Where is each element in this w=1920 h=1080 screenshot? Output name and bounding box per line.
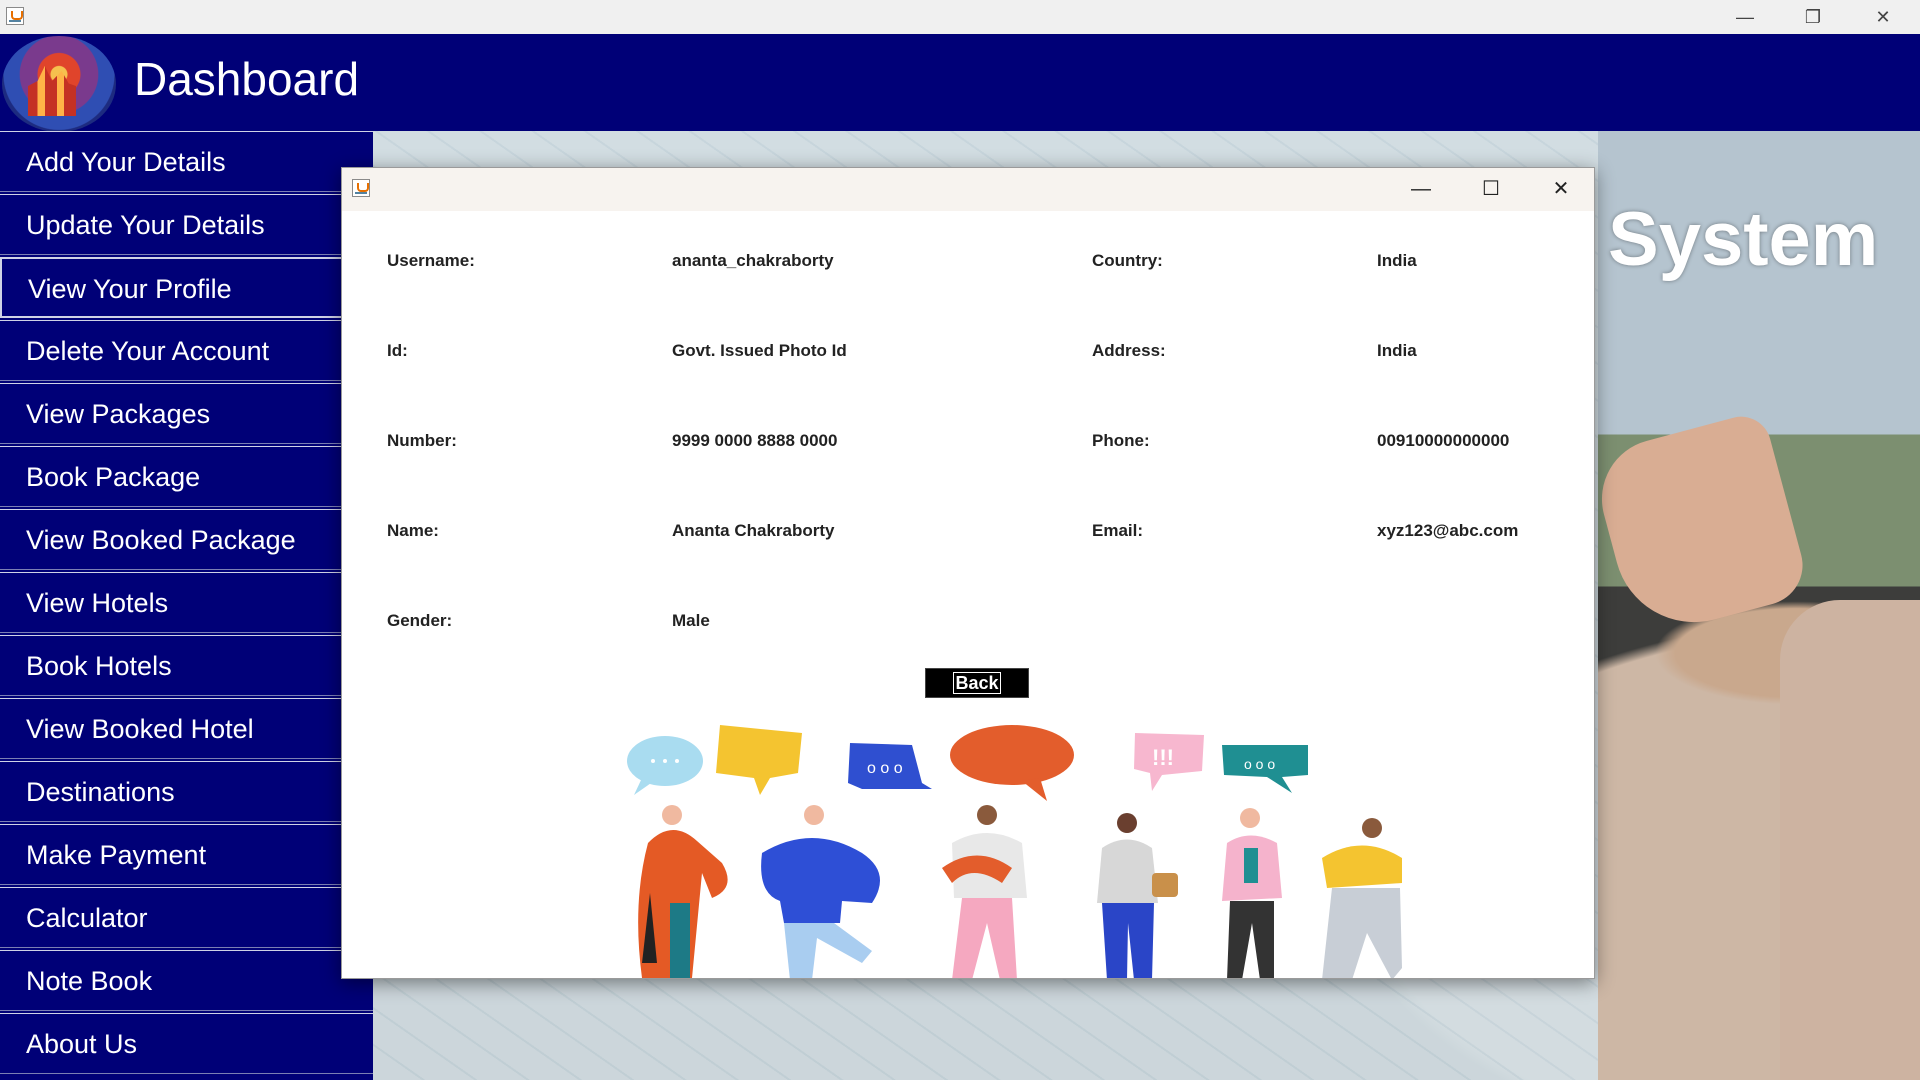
phone-value: 00910000000000 [1377,431,1510,450]
country-label: Country: [1092,251,1163,270]
back-button-label: Back [953,672,1001,694]
country-value: India [1377,251,1417,270]
svg-text:o o o: o o o [867,760,903,777]
sidebar-item-view-packages[interactable]: View Packages [0,383,373,444]
people-chatting-illustration: o o o !!! o o o [627,725,1402,978]
person-figure [1097,813,1178,978]
speech-bubble-icon: o o o [1222,745,1308,793]
speech-bubble-icon: !!! [1134,733,1204,791]
sidebar-item-about-us[interactable]: About Us [0,1013,373,1074]
view-profile-dialog: — ☐ ✕ Username: ananta_chakraborty Id: G… [341,167,1595,979]
address-value: India [1377,341,1417,360]
sidebar-item-note-book[interactable]: Note Book [0,950,373,1011]
person-figure [942,805,1027,978]
person-figure [1222,808,1282,978]
phone-label: Phone: [1092,431,1150,450]
username-label: Username: [387,251,475,270]
sidebar-item-view-booked-hotel[interactable]: View Booked Hotel [0,698,373,759]
username-value: ananta_chakraborty [672,251,834,270]
back-button[interactable]: Back [925,668,1029,698]
gender-value: Male [672,611,710,630]
speech-bubble-icon [950,725,1074,801]
number-label: Number: [387,431,457,450]
email-value: xyz123@abc.com [1377,521,1519,540]
sidebar-item-view-booked-package[interactable]: View Booked Package [0,509,373,570]
speech-bubble-icon: o o o [848,743,932,789]
dialog-titlebar: — ☐ ✕ [342,168,1594,211]
speech-bubble-icon [716,725,802,795]
sidebar-item-delete-account[interactable]: Delete Your Account [0,320,373,381]
person-figure [1322,818,1402,978]
dashboard-header: Dashboard [0,34,1920,132]
id-label: Id: [387,341,408,360]
minimize-button[interactable]: — [1710,0,1780,34]
sidebar: Add Your Details Update Your Details Vie… [0,131,373,1080]
dialog-minimize-button[interactable]: — [1386,168,1456,211]
sidebar-item-calculator[interactable]: Calculator [0,887,373,948]
name-label: Name: [387,521,439,540]
svg-text:!!!: !!! [1152,745,1174,770]
sidebar-item-add-details[interactable]: Add Your Details [0,131,373,192]
sidebar-item-update-details[interactable]: Update Your Details [0,194,373,255]
svg-text:o o o: o o o [1244,756,1275,772]
id-value: Govt. Issued Photo Id [672,341,847,360]
name-value: Ananta Chakraborty [672,521,835,540]
address-label: Address: [1092,341,1166,360]
java-app-icon [6,7,24,25]
restore-button[interactable]: ❐ [1778,0,1848,34]
sidebar-item-view-profile[interactable]: View Your Profile [0,257,373,318]
sidebar-item-make-payment[interactable]: Make Payment [0,824,373,885]
number-value: 9999 0000 8888 0000 [672,431,838,450]
sidebar-item-view-hotels[interactable]: View Hotels [0,572,373,633]
background-system-text: System [1608,197,1879,282]
dialog-close-button[interactable]: ✕ [1526,168,1594,211]
app-logo [2,36,116,132]
person-figure [761,805,880,978]
page-title: Dashboard [134,53,360,105]
gender-label: Gender: [387,611,453,630]
window-titlebar: — ❐ ✕ [0,0,1920,34]
email-label: Email: [1092,521,1144,540]
person-figure [638,805,728,978]
sidebar-item-book-hotels[interactable]: Book Hotels [0,635,373,696]
dialog-maximize-button[interactable]: ☐ [1456,168,1526,211]
java-app-icon [352,179,370,197]
sidebar-item-destinations[interactable]: Destinations [0,761,373,822]
sidebar-item-book-package[interactable]: Book Package [0,446,373,507]
background-sleeve [1780,600,1920,1080]
close-button[interactable]: ✕ [1848,0,1918,34]
speech-bubble-icon [627,736,703,795]
